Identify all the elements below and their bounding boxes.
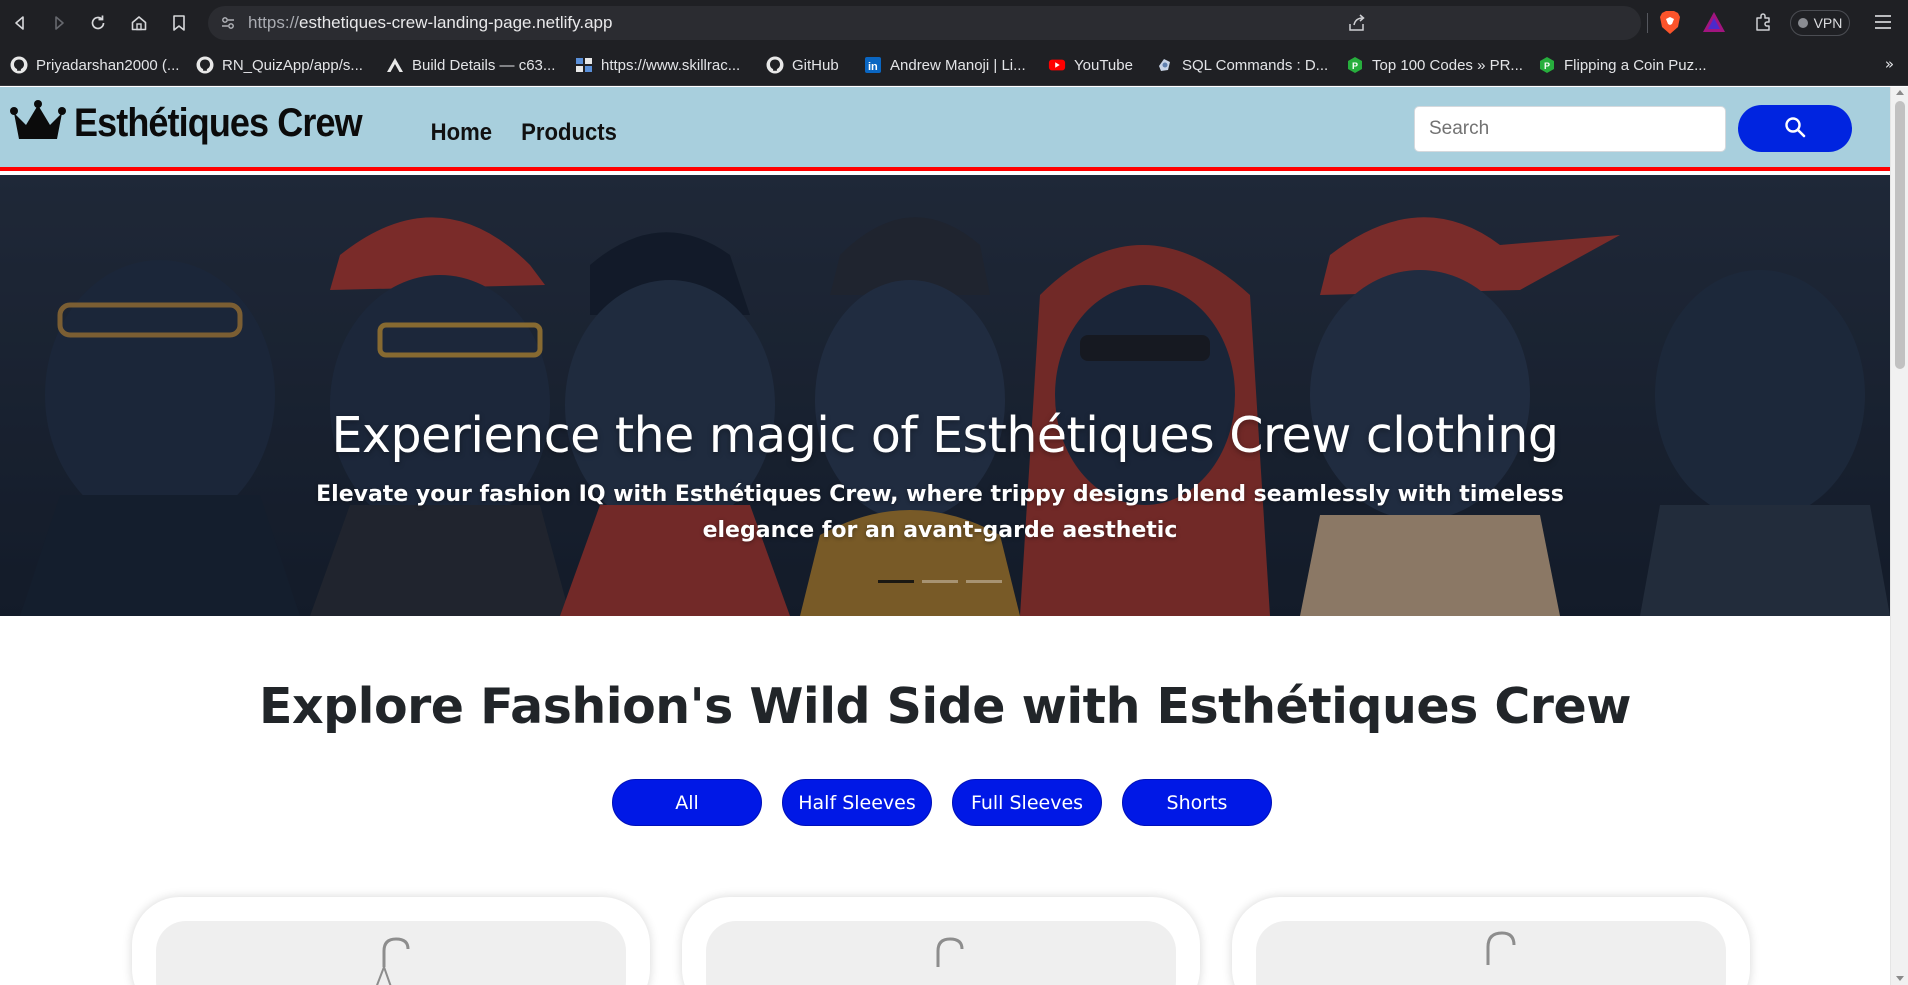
bookmark-label: Build Details — c63...: [412, 56, 556, 74]
bookmark-item[interactable]: Priyadarshan2000 (...: [10, 54, 179, 76]
main-nav: Home Products: [428, 119, 621, 147]
carousel-indicator[interactable]: [878, 580, 914, 583]
search-icon: [1784, 116, 1806, 141]
scrollbar-thumb[interactable]: [1895, 101, 1905, 369]
github-icon: [766, 56, 784, 74]
svg-text:in: in: [868, 61, 878, 73]
svg-text:P: P: [1352, 61, 1358, 71]
product-card[interactable]: [682, 897, 1200, 985]
brand-logo[interactable]: Esthétiques Crew: [10, 99, 394, 147]
bookmark-label: SQL Commands : D...: [1182, 56, 1329, 74]
brave-shields-icon[interactable]: [1659, 10, 1681, 39]
carousel-indicator[interactable]: [922, 580, 958, 583]
bookmark-label: https://www.skillrac...: [601, 56, 741, 74]
bookmark-icon[interactable]: [167, 11, 191, 35]
svg-text:P: P: [1544, 61, 1550, 71]
brand-name: Esthétiques Crew: [74, 100, 363, 145]
hero-illustration: [0, 175, 1890, 616]
bookmark-item[interactable]: https://www.skillrac...: [575, 54, 740, 76]
site-header: Esthétiques Crew Home Products: [0, 87, 1890, 171]
bookmark-label: RN_QuizApp/app/s...: [222, 56, 363, 74]
toolbar-divider: [1647, 13, 1648, 33]
scroll-up-icon[interactable]: [1896, 90, 1904, 95]
bookmark-item[interactable]: P Top 100 Codes » PR...: [1346, 54, 1523, 76]
carousel-indicator[interactable]: [966, 580, 1002, 583]
filter-half-sleeves-button[interactable]: Half Sleeves: [782, 779, 932, 826]
url-text[interactable]: https://esthetiques-crew-landing-page.ne…: [248, 13, 612, 33]
product-image: [156, 921, 626, 985]
product-card[interactable]: [132, 897, 650, 985]
more-bookmarks-button[interactable]: »: [1885, 55, 1894, 73]
filter-full-sleeves-button[interactable]: Full Sleeves: [952, 779, 1102, 826]
expo-icon: [386, 56, 404, 74]
bookmark-label: Flipping a Coin Puz...: [1564, 56, 1707, 74]
bookmark-item[interactable]: Build Details — c63...: [386, 54, 555, 76]
forward-icon[interactable]: [47, 11, 71, 35]
hanger-icon: [376, 937, 410, 985]
hanger-icon: [1486, 931, 1516, 965]
bookmark-item[interactable]: RN_QuizApp/app/s...: [196, 54, 363, 76]
home-icon[interactable]: [127, 11, 151, 35]
vpn-status-icon: [1797, 18, 1808, 28]
address-bar[interactable]: https://esthetiques-crew-landing-page.ne…: [208, 6, 1641, 40]
brave-rewards-icon[interactable]: [1702, 11, 1726, 37]
sql-icon: [1156, 56, 1174, 74]
share-icon[interactable]: [1347, 14, 1367, 36]
back-icon[interactable]: [8, 11, 32, 35]
url-host: esthetiques-crew-landing-page.netlify.ap…: [299, 13, 613, 32]
url-scheme: https://: [248, 13, 300, 32]
product-image: [706, 921, 1176, 985]
nav-link-products[interactable]: Products: [521, 119, 617, 147]
product-image: [1256, 921, 1726, 985]
carousel-indicators: [878, 580, 1002, 583]
extensions-icon[interactable]: [1753, 12, 1773, 36]
bookmark-item[interactable]: P Flipping a Coin Puz...: [1538, 54, 1707, 76]
reload-icon[interactable]: [86, 11, 110, 35]
scroll-down-icon[interactable]: [1896, 976, 1904, 981]
bookmark-item[interactable]: in Andrew Manoji | Li...: [864, 54, 1026, 76]
crown-icon: [10, 99, 66, 147]
prepinsta-icon: P: [1346, 56, 1364, 74]
page-scrollbar[interactable]: [1890, 87, 1908, 985]
hero-carousel: Experience the magic of Esthétiques Crew…: [0, 175, 1890, 616]
prepinsta-icon: P: [1538, 56, 1556, 74]
vpn-button[interactable]: VPN: [1790, 10, 1850, 36]
category-filters: All Half Sleeves Full Sleeves Shorts: [612, 779, 1272, 826]
youtube-icon: [1048, 56, 1066, 74]
hero-title: Experience the magic of Esthétiques Crew…: [331, 407, 1559, 464]
bookmark-label: YouTube: [1074, 56, 1133, 74]
hero-subtitle: Elevate your fashion IQ with Esthétiques…: [316, 482, 1564, 543]
section-title: Explore Fashion's Wild Side with Esthéti…: [259, 678, 1631, 735]
bookmark-label: Top 100 Codes » PR...: [1372, 56, 1523, 74]
product-card[interactable]: [1232, 897, 1750, 985]
filter-shorts-button[interactable]: Shorts: [1122, 779, 1272, 826]
browser-toolbar: https://esthetiques-crew-landing-page.ne…: [0, 0, 1908, 46]
filter-all-button[interactable]: All: [612, 779, 762, 826]
bookmark-label: GitHub: [792, 56, 839, 74]
skillrack-icon: [575, 56, 593, 74]
github-icon: [196, 56, 214, 74]
bookmark-item[interactable]: SQL Commands : D...: [1156, 54, 1328, 76]
bookmark-item[interactable]: YouTube: [1048, 54, 1133, 76]
bookmarks-bar: Priyadarshan2000 (... RN_QuizApp/app/s..…: [0, 46, 1908, 86]
vpn-label: VPN: [1813, 15, 1843, 31]
site-info-icon[interactable]: [220, 15, 236, 31]
menu-icon[interactable]: [1874, 14, 1892, 34]
search-input[interactable]: [1414, 106, 1726, 152]
bookmark-label: Priyadarshan2000 (...: [36, 56, 180, 74]
nav-link-home[interactable]: Home: [431, 119, 492, 147]
github-icon: [10, 56, 28, 74]
linkedin-icon: in: [864, 56, 882, 74]
hanger-icon: [936, 937, 964, 967]
bookmark-item[interactable]: GitHub: [766, 54, 839, 76]
bookmark-label: Andrew Manoji | Li...: [890, 56, 1026, 74]
search-button[interactable]: [1738, 105, 1852, 152]
